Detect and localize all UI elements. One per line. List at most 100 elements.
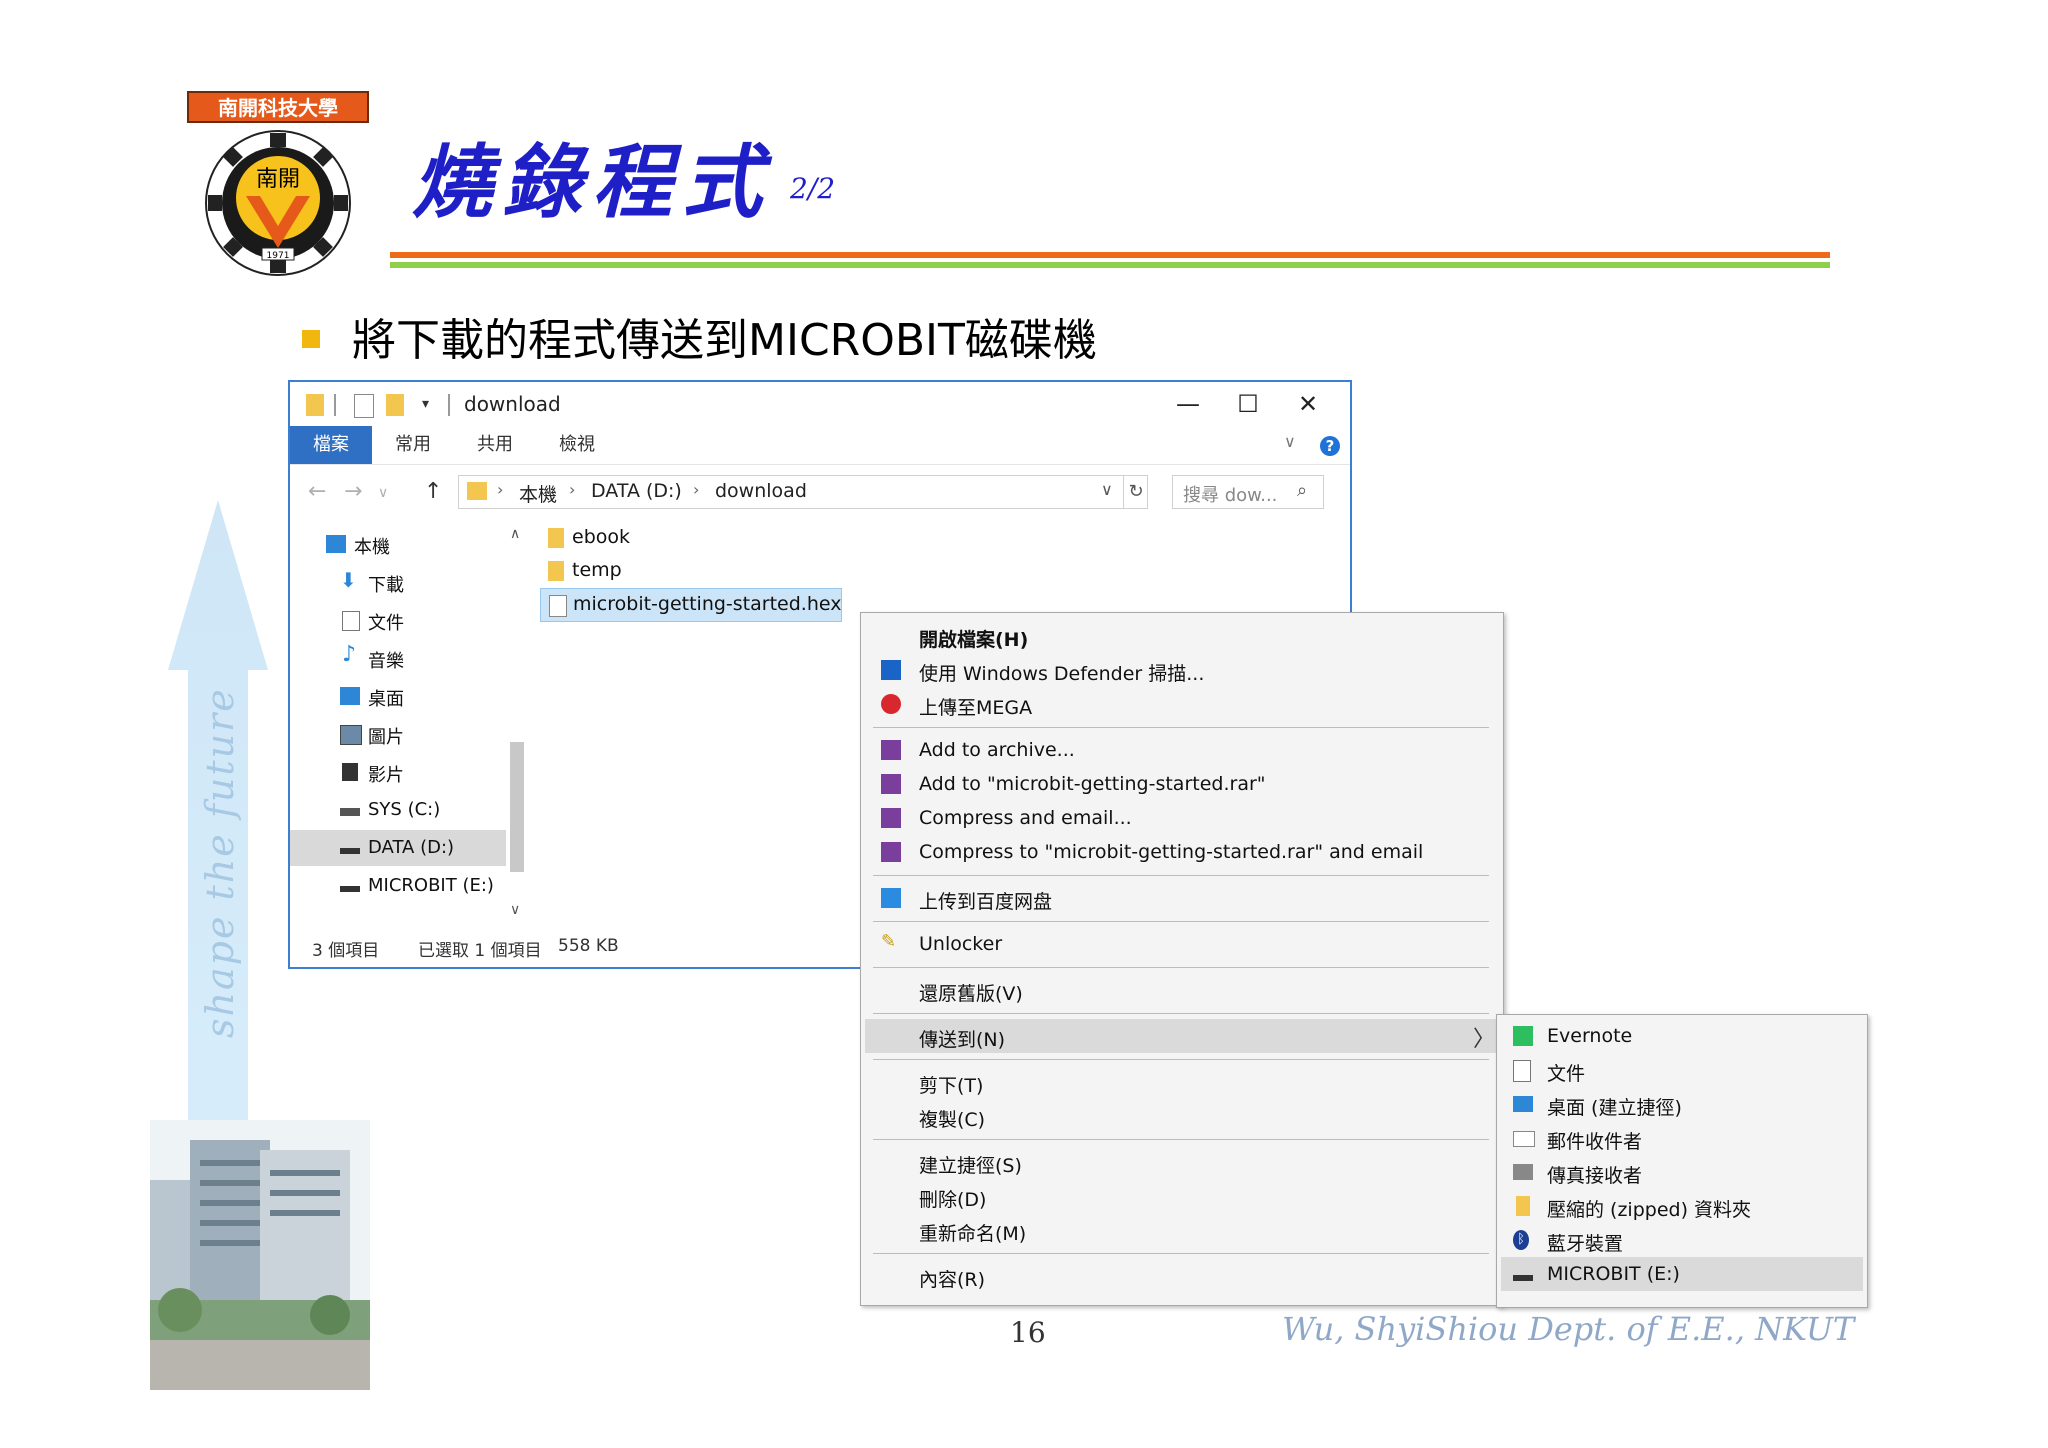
menu-item-properties[interactable]: 內容(R) bbox=[865, 1259, 1497, 1293]
menu-item-create-shortcut[interactable]: 建立捷徑(S) bbox=[865, 1145, 1497, 1179]
menu-separator bbox=[873, 1013, 1489, 1014]
desktop-icon bbox=[1513, 1096, 1533, 1112]
back-arrow-icon[interactable]: ← bbox=[308, 479, 326, 504]
menu-item-label: Add to "microbit-getting-started.rar" bbox=[919, 773, 1266, 795]
address-bar[interactable]: › 本機 › DATA (D:) › download ∨ ↻ bbox=[458, 475, 1148, 509]
nav-item-label: 影片 bbox=[368, 765, 404, 786]
search-icon[interactable]: ⌕ bbox=[1297, 480, 1307, 501]
videos-icon bbox=[342, 763, 358, 781]
nav-item-microbit-drive[interactable]: MICROBIT (E:) bbox=[290, 868, 506, 904]
help-icon[interactable]: ? bbox=[1320, 436, 1340, 456]
menu-item-add-rar[interactable]: Add to "microbit-getting-started.rar" bbox=[865, 767, 1497, 801]
divider bbox=[334, 394, 336, 416]
menu-item-label: Unlocker bbox=[919, 933, 1003, 955]
send-to-mail[interactable]: 郵件收件者 bbox=[1501, 1121, 1863, 1155]
menu-item-compress-email[interactable]: Compress and email... bbox=[865, 801, 1497, 835]
nav-item-label: 桌面 bbox=[368, 689, 404, 710]
menu-item-label: 上传到百度网盘 bbox=[919, 891, 1053, 913]
menu-item-delete[interactable]: 刪除(D) bbox=[865, 1179, 1497, 1213]
nav-item-this-pc[interactable]: 本機 bbox=[290, 526, 506, 562]
menu-item-mega-upload[interactable]: 上傳至MEGA bbox=[865, 687, 1497, 721]
menu-item-label: 使用 Windows Defender 掃描... bbox=[919, 663, 1205, 685]
send-to-microbit-drive[interactable]: MICROBIT (E:) bbox=[1501, 1257, 1863, 1291]
scroll-up-icon[interactable]: ∧ bbox=[510, 526, 520, 542]
scroll-down-icon[interactable]: ∨ bbox=[510, 902, 520, 918]
send-to-submenu: Evernote 文件 桌面 (建立捷徑) 郵件收件者 傳真接收者 壓縮的 (z… bbox=[1496, 1014, 1868, 1308]
title-bar[interactable]: ▾ download — ☐ ✕ bbox=[290, 382, 1350, 426]
menu-item-label: Evernote bbox=[1547, 1025, 1633, 1047]
list-item-ebook[interactable]: ebook bbox=[540, 522, 660, 554]
menu-item-rename[interactable]: 重新命名(M) bbox=[865, 1213, 1497, 1247]
menu-item-add-archive[interactable]: Add to archive... bbox=[865, 733, 1497, 767]
menu-item-cut[interactable]: 剪下(T) bbox=[865, 1065, 1497, 1099]
chevron-right-icon[interactable]: › bbox=[693, 480, 699, 499]
send-to-bluetooth[interactable]: ᛒ 藍牙裝置 bbox=[1501, 1223, 1863, 1257]
list-item-hex-file[interactable]: microbit-getting-started.hex bbox=[540, 588, 842, 622]
winrar-icon bbox=[881, 842, 901, 862]
menu-item-copy[interactable]: 複製(C) bbox=[865, 1099, 1497, 1133]
menu-separator bbox=[873, 875, 1489, 876]
recent-locations-icon[interactable]: ∨ bbox=[378, 485, 388, 501]
up-arrow-icon[interactable]: ↑ bbox=[424, 479, 442, 504]
nav-item-videos[interactable]: 影片 bbox=[290, 754, 506, 790]
nav-item-downloads[interactable]: ⬇ 下載 bbox=[290, 564, 506, 600]
menu-item-label: 上傳至MEGA bbox=[919, 697, 1033, 719]
tab-share[interactable]: 共用 bbox=[454, 426, 536, 464]
tab-file[interactable]: 檔案 bbox=[290, 426, 372, 464]
menu-item-label: Add to archive... bbox=[919, 739, 1075, 761]
send-to-zip[interactable]: 壓縮的 (zipped) 資料夾 bbox=[1501, 1189, 1863, 1223]
tab-view[interactable]: 檢視 bbox=[536, 426, 618, 464]
mega-icon bbox=[881, 694, 901, 714]
drive-icon bbox=[1513, 1275, 1533, 1281]
list-item-temp[interactable]: temp bbox=[540, 555, 660, 587]
breadcrumb-data-drive[interactable]: DATA (D:) bbox=[591, 480, 682, 502]
expand-ribbon-icon[interactable]: ∨ bbox=[1284, 432, 1296, 451]
file-name: temp bbox=[572, 559, 622, 581]
menu-item-unlocker[interactable]: ✎ Unlocker bbox=[865, 927, 1497, 961]
page-number: 16 bbox=[1010, 1316, 1046, 1349]
nav-item-desktop[interactable]: 桌面 bbox=[290, 678, 506, 714]
nav-item-sys-drive[interactable]: SYS (C:) bbox=[290, 792, 506, 828]
chevron-right-icon[interactable]: › bbox=[497, 480, 503, 499]
minimize-button[interactable]: — bbox=[1160, 386, 1216, 422]
nav-item-music[interactable]: ♪ 音樂 bbox=[290, 640, 506, 676]
title-rule-orange bbox=[390, 252, 1830, 258]
send-to-desktop[interactable]: 桌面 (建立捷徑) bbox=[1501, 1087, 1863, 1121]
document-icon bbox=[1513, 1060, 1531, 1082]
nav-item-label: 圖片 bbox=[368, 727, 404, 748]
download-icon: ⬇ bbox=[340, 568, 357, 592]
send-to-fax[interactable]: 傳真接收者 bbox=[1501, 1155, 1863, 1189]
menu-item-open[interactable]: 開啟檔案(H) bbox=[865, 619, 1497, 653]
tab-home[interactable]: 常用 bbox=[372, 426, 454, 464]
nav-item-pictures[interactable]: 圖片 bbox=[290, 716, 506, 752]
chevron-right-icon[interactable]: › bbox=[569, 480, 575, 499]
scroll-thumb[interactable] bbox=[510, 742, 524, 872]
breadcrumb-download[interactable]: download bbox=[715, 480, 807, 502]
menu-item-baidu-upload[interactable]: 上传到百度网盘 bbox=[865, 881, 1497, 915]
send-to-evernote[interactable]: Evernote bbox=[1501, 1019, 1863, 1053]
nav-item-documents[interactable]: 文件 bbox=[290, 602, 506, 638]
nav-item-label: MICROBIT (E:) bbox=[368, 875, 494, 896]
chevron-down-icon[interactable]: ∨ bbox=[1101, 480, 1113, 499]
menu-item-defender-scan[interactable]: 使用 Windows Defender 掃描... bbox=[865, 653, 1497, 687]
menu-item-compress-rar-email[interactable]: Compress to "microbit-getting-started.ra… bbox=[865, 835, 1497, 869]
new-folder-icon[interactable] bbox=[386, 394, 404, 416]
menu-item-label: 開啟檔案(H) bbox=[919, 629, 1029, 651]
drive-icon bbox=[340, 808, 360, 816]
forward-arrow-icon[interactable]: → bbox=[344, 479, 362, 504]
send-to-documents[interactable]: 文件 bbox=[1501, 1053, 1863, 1087]
menu-item-label: 文件 bbox=[1547, 1063, 1586, 1085]
properties-icon[interactable] bbox=[354, 394, 374, 418]
customize-quick-access-icon[interactable]: ▾ bbox=[422, 396, 440, 418]
maximize-button[interactable]: ☐ bbox=[1220, 386, 1276, 422]
menu-item-send-to[interactable]: 傳送到(N) 〉 bbox=[865, 1019, 1497, 1053]
baidu-icon bbox=[881, 888, 901, 908]
nav-scrollbar[interactable]: ∧ ∨ bbox=[506, 526, 526, 918]
nav-item-data-drive[interactable]: DATA (D:) bbox=[290, 830, 506, 866]
search-input[interactable]: 搜尋 dow... ⌕ bbox=[1172, 475, 1324, 509]
close-button[interactable]: ✕ bbox=[1280, 386, 1336, 422]
menu-item-restore-previous[interactable]: 還原舊版(V) bbox=[865, 973, 1497, 1007]
refresh-icon[interactable]: ↻ bbox=[1123, 476, 1148, 508]
breadcrumb-this-pc[interactable]: 本機 bbox=[519, 480, 557, 507]
menu-separator bbox=[873, 1253, 1489, 1254]
